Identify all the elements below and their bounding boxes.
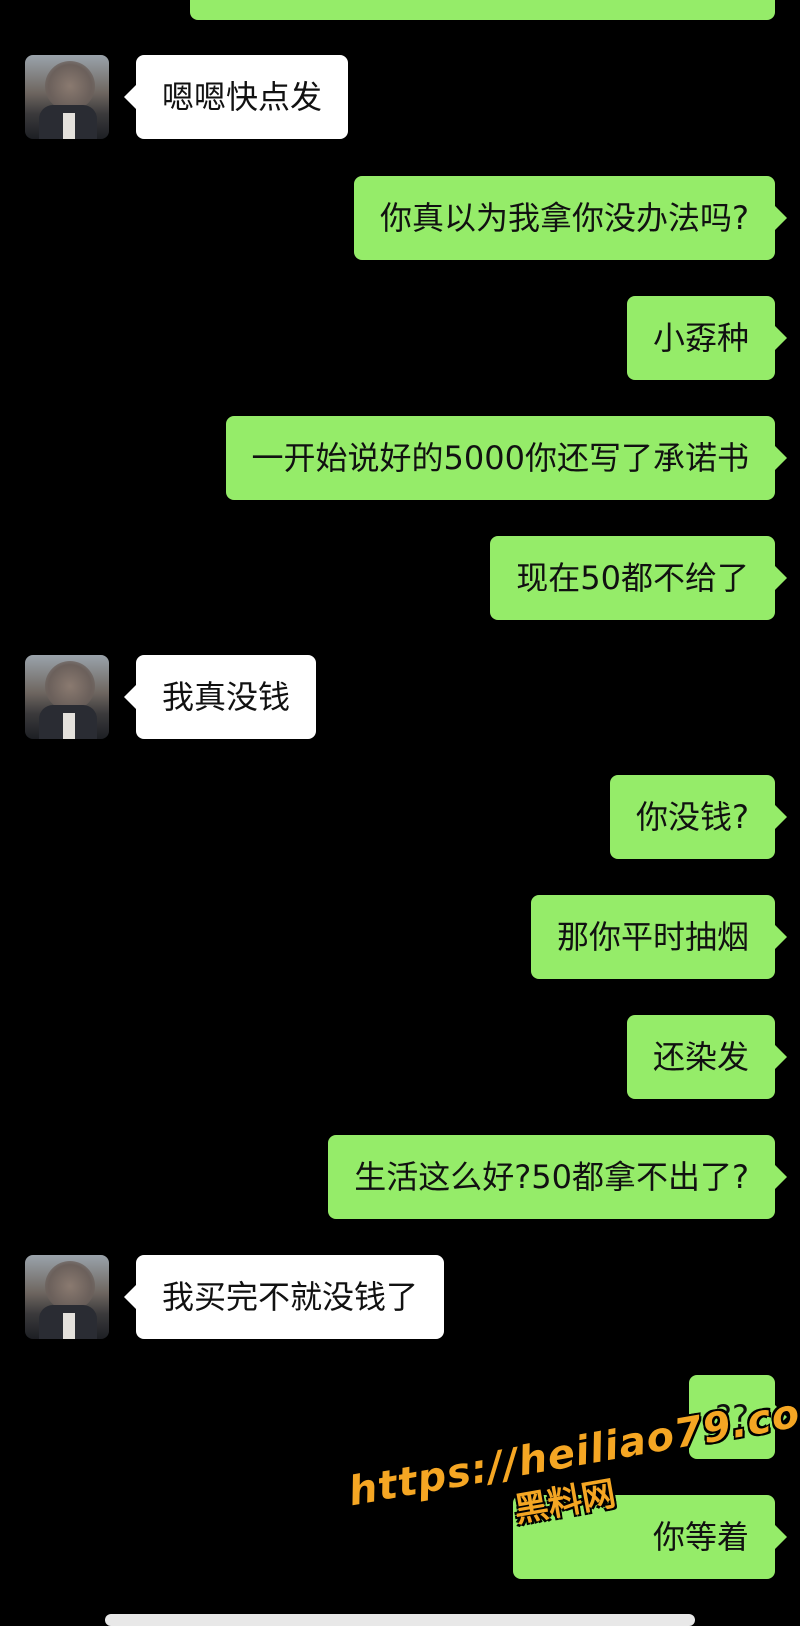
message-bubble-outgoing[interactable] [190,0,775,20]
input-bar-edge [0,1606,800,1626]
contact-avatar[interactable] [25,1255,109,1339]
contact-avatar[interactable] [25,655,109,739]
message-bubble-outgoing[interactable]: ?? [689,1375,787,1459]
message-bubble-incoming[interactable]: 嗯嗯快点发 [123,55,349,139]
message-bubble-outgoing[interactable]: 你没钱? [610,775,787,859]
contact-avatar[interactable] [25,55,109,139]
message-bubble-outgoing[interactable]: 生活这么好?50都拿不出了? [328,1135,787,1219]
message-bubble-outgoing[interactable]: 一开始说好的5000你还写了承诺书 [225,416,788,500]
message-bubble-outgoing[interactable]: 你等着 [512,1495,788,1579]
message-bubble-outgoing[interactable]: 小孬种 [626,296,788,380]
message-bubble-outgoing[interactable]: 那你平时抽烟 [530,895,788,979]
message-bubble-incoming[interactable]: 我买完不就没钱了 [123,1255,445,1339]
message-bubble-outgoing[interactable]: 你真以为我拿你没办法吗? [354,176,787,260]
message-input-field[interactable] [105,1614,695,1626]
message-bubble-incoming[interactable]: 我真没钱 [123,655,317,739]
message-bubble-outgoing[interactable]: 现在50都不给了 [490,536,787,620]
message-bubble-outgoing[interactable]: 还染发 [626,1015,788,1099]
chat-area: 嗯嗯快点发 你真以为我拿你没办法吗? 小孬种 一开始说好的5000你还写了承诺书… [0,0,800,1626]
